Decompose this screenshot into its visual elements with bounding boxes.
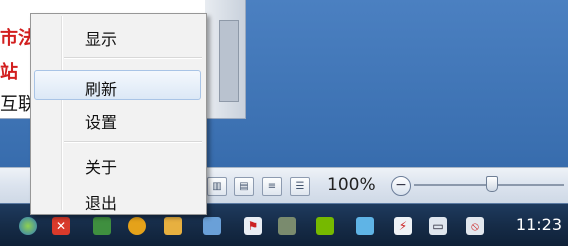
web-layout-icon[interactable]: ▤ bbox=[234, 177, 254, 196]
power-icon[interactable]: ⚡ bbox=[394, 217, 412, 235]
app-icon-5[interactable] bbox=[164, 217, 182, 235]
menu-separator bbox=[64, 141, 202, 143]
menu-item-label: 显示 bbox=[85, 30, 118, 49]
menu-item-show[interactable]: 显示 bbox=[34, 20, 201, 50]
volume-muted-icon[interactable]: ⦸ bbox=[466, 217, 484, 235]
context-menu: 显示 刷新 设置 关于 退出 bbox=[30, 13, 207, 215]
menu-item-label: 关于 bbox=[85, 158, 118, 177]
draft-view-icon[interactable]: ☰ bbox=[290, 177, 310, 196]
menu-item-label: 设置 bbox=[85, 113, 118, 132]
reading-view-icon[interactable]: ▥ bbox=[207, 177, 227, 196]
menu-item-refresh[interactable]: 刷新 bbox=[34, 70, 201, 100]
menu-separator bbox=[64, 57, 202, 59]
usb-icon[interactable] bbox=[278, 217, 296, 235]
app-icon-10[interactable] bbox=[356, 217, 374, 235]
clock[interactable]: 11:23 bbox=[516, 215, 562, 234]
flag-icon[interactable]: ⚑ bbox=[244, 217, 262, 235]
menu-item-settings[interactable]: 设置 bbox=[34, 103, 201, 133]
zoom-level[interactable]: 100% bbox=[327, 175, 376, 195]
zoom-out-button[interactable]: − bbox=[391, 176, 411, 196]
outline-view-icon[interactable]: ≡ bbox=[262, 177, 282, 196]
app-icon-6[interactable] bbox=[203, 217, 221, 235]
app-icon-3[interactable] bbox=[93, 217, 111, 235]
window-text-fragment: 站 bbox=[0, 62, 18, 83]
app-icon-4[interactable] bbox=[128, 217, 146, 235]
menu-item-label: 退出 bbox=[85, 194, 118, 213]
menu-item-exit[interactable]: 退出 bbox=[34, 184, 201, 214]
app-icon-1[interactable] bbox=[19, 217, 37, 235]
close-app-icon[interactable]: ✕ bbox=[52, 217, 70, 235]
menu-item-label: 刷新 bbox=[85, 80, 118, 99]
network-icon[interactable]: ▭ bbox=[429, 217, 447, 235]
nvidia-icon[interactable] bbox=[316, 217, 334, 235]
menu-item-about[interactable]: 关于 bbox=[34, 148, 201, 178]
zoom-slider-thumb[interactable] bbox=[486, 176, 498, 192]
window-scrollbar[interactable] bbox=[219, 20, 239, 102]
